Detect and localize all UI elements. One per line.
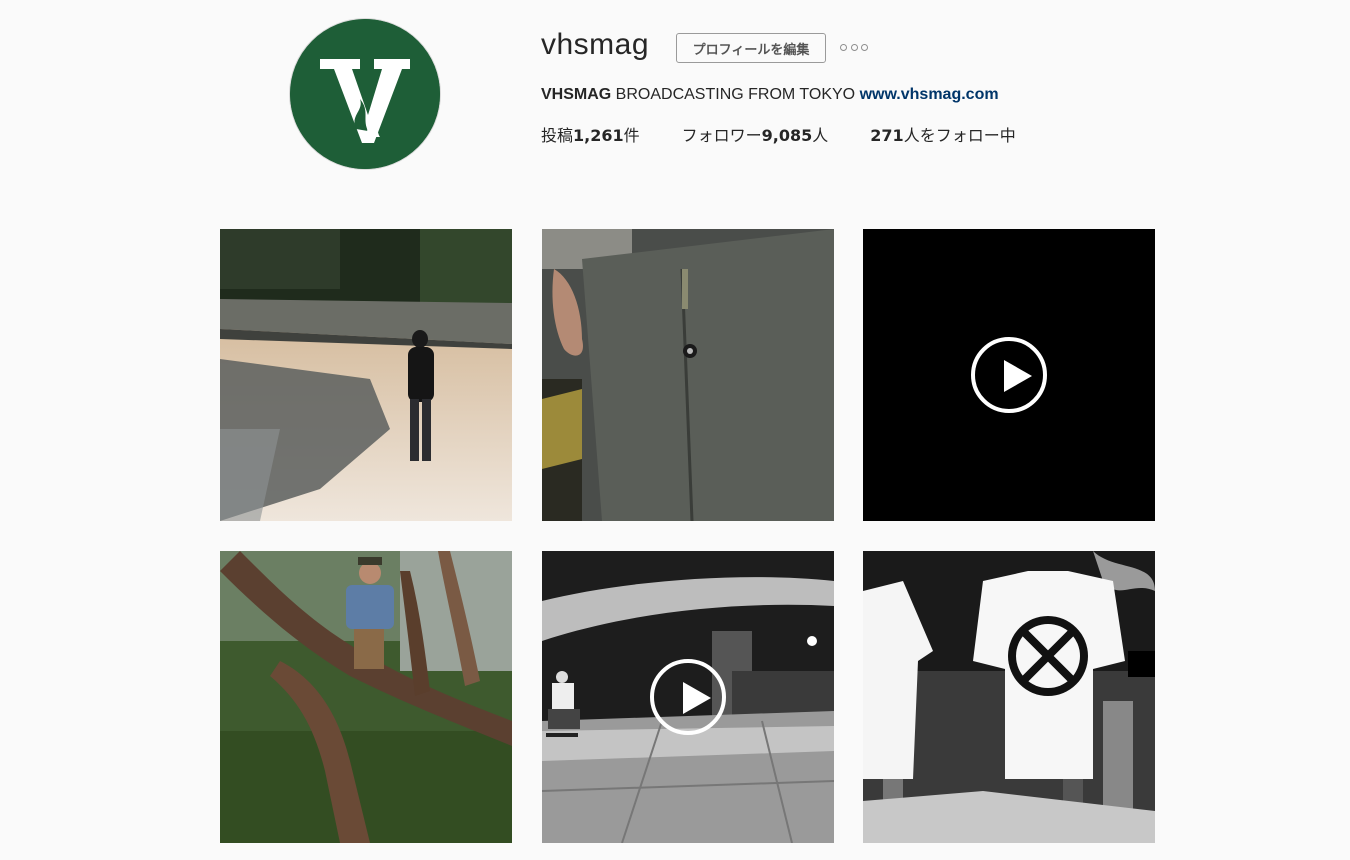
post-image-tree	[220, 551, 512, 843]
bio-text: BROADCASTING FROM TOKYO	[611, 86, 860, 103]
bio-name: VHSMAG	[541, 86, 612, 103]
bio-link[interactable]: www.vhsmag.com	[860, 86, 999, 103]
posts-stat: 投稿1,261件	[541, 126, 640, 145]
play-icon[interactable]	[650, 659, 726, 735]
posts-count: 1,261	[573, 126, 624, 145]
ellipsis-icon[interactable]	[840, 40, 868, 54]
followers-stat[interactable]: フォロワー9,085人	[682, 122, 829, 146]
post-tile-1[interactable]	[220, 229, 512, 521]
profile-avatar[interactable]	[289, 18, 441, 170]
followers-count: 9,085	[761, 126, 813, 145]
following-count: 271	[870, 126, 904, 145]
profile-stats: 投稿1,261件 フォロワー9,085人 271人をフォロー中	[541, 122, 1058, 146]
post-tile-4[interactable]	[220, 551, 512, 843]
post-tile-2[interactable]	[542, 229, 834, 521]
profile-bio: VHSMAG BROADCASTING FROM TOKYO www.vhsma…	[541, 86, 999, 104]
edit-profile-button[interactable]: プロフィールを編集	[676, 33, 826, 63]
post-tile-5[interactable]	[542, 551, 834, 843]
post-image-pants	[542, 229, 834, 521]
following-stat[interactable]: 271人をフォロー中	[870, 122, 1015, 146]
profile-username: vhsmag	[541, 28, 650, 61]
play-icon[interactable]	[971, 337, 1047, 413]
post-image-tshirts	[863, 551, 1155, 843]
vhsmag-logo	[290, 19, 440, 169]
post-tile-6[interactable]	[863, 551, 1155, 843]
post-tile-3[interactable]	[863, 229, 1155, 521]
post-image-beach	[220, 229, 512, 521]
